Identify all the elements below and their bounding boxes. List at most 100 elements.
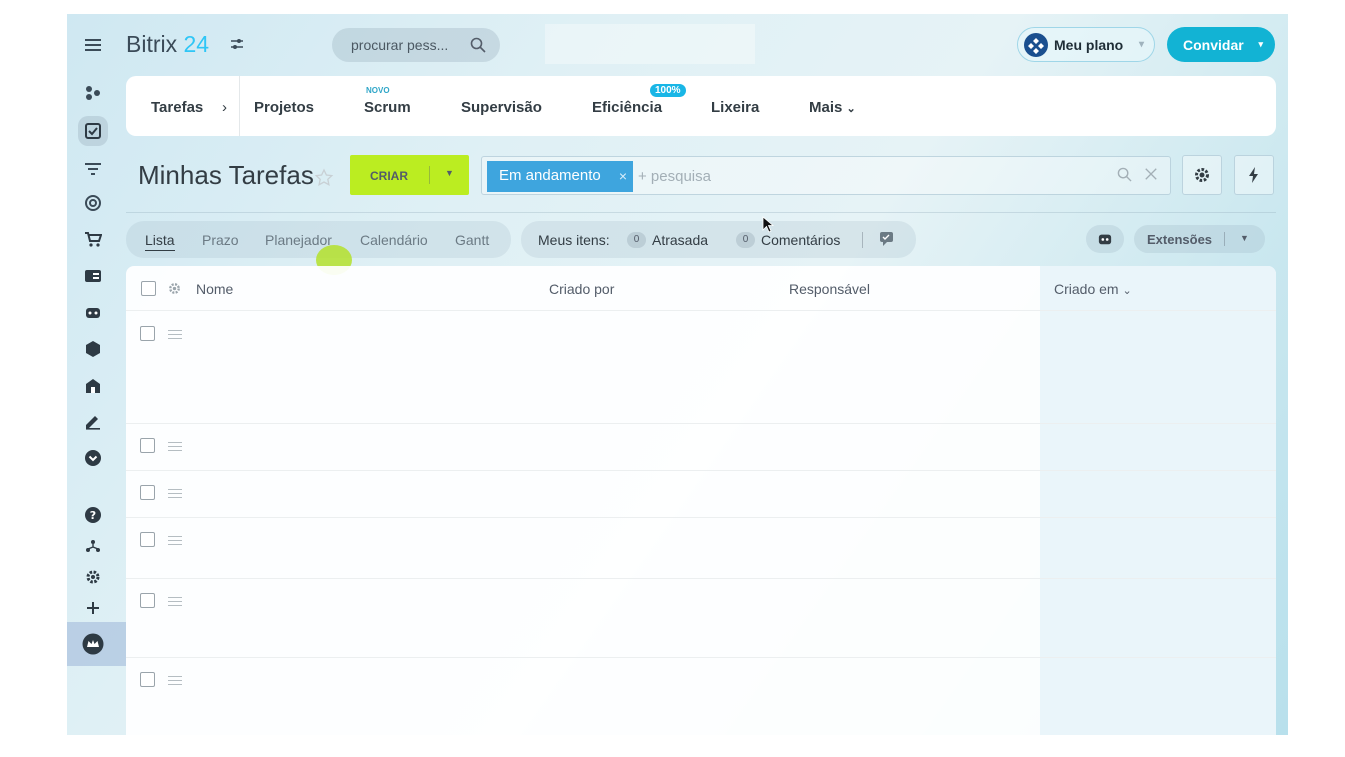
view-tab-prazo[interactable]: Prazo <box>202 232 239 248</box>
nav-tab-projetos[interactable]: Projetos <box>254 99 314 116</box>
drag-handle-icon[interactable] <box>168 489 182 498</box>
table-row[interactable] <box>126 424 1276 471</box>
building-icon[interactable] <box>81 374 105 398</box>
create-label: CRIAR <box>370 169 408 183</box>
app-window: ? Bitrix 24 procurar pess... Meu plano ▾… <box>67 14 1288 735</box>
comments-counter[interactable]: Comentários <box>761 232 840 248</box>
invite-chevron-icon: ▾ <box>1258 39 1263 49</box>
chevron-circle-icon[interactable] <box>81 446 105 470</box>
efficiency-badge: 100% <box>650 84 686 97</box>
search-icon[interactable] <box>1117 167 1132 182</box>
nav-tab-supervisao[interactable]: Supervisão <box>461 99 542 116</box>
plan-chevron-icon: ▾ <box>1138 39 1144 50</box>
search-icon <box>470 37 486 53</box>
header-search[interactable]: procurar pess... <box>332 28 500 62</box>
tasks-icon[interactable] <box>81 119 105 143</box>
tasks-navbar: Tarefas › Projetos NOVO Scrum Supervisão… <box>126 76 1276 136</box>
view-tab-planejador[interactable]: Planejador <box>265 232 332 248</box>
table-row[interactable] <box>126 658 1276 735</box>
page-title: Minhas Tarefas <box>138 160 314 190</box>
cart-icon[interactable] <box>81 227 105 251</box>
create-button[interactable]: CRIAR ▼ <box>350 155 469 195</box>
column-settings-icon[interactable] <box>167 281 182 296</box>
extensions-divider <box>1224 232 1225 246</box>
nav-tab-tarefas[interactable]: Tarefas <box>151 99 203 116</box>
extensions-button[interactable]: Extensões ▼ <box>1134 225 1265 253</box>
row-checkbox[interactable] <box>140 326 155 341</box>
plan-icon <box>1024 33 1048 57</box>
table-row[interactable] <box>126 518 1276 579</box>
star-icon[interactable] <box>314 168 334 188</box>
filter-placeholder: + pesquisa <box>638 168 711 185</box>
plus-icon[interactable] <box>81 596 105 620</box>
my-plan-button[interactable]: Meu plano ▾ <box>1017 27 1155 62</box>
org-icon[interactable] <box>81 534 105 558</box>
settings-toggle-icon[interactable] <box>229 36 245 52</box>
view-tab-calendario[interactable]: Calendário <box>360 232 428 248</box>
select-all-checkbox[interactable] <box>141 281 156 296</box>
settings-button[interactable] <box>1182 155 1222 195</box>
column-header-criado-em[interactable]: Criado em ⌄ <box>1054 281 1132 297</box>
hamburger-icon[interactable] <box>81 33 105 57</box>
drag-handle-icon[interactable] <box>168 442 182 451</box>
read-all-icon[interactable] <box>879 231 897 247</box>
counters-separator <box>862 232 863 248</box>
gear-icon[interactable] <box>81 565 105 589</box>
tasks-table: Nome Criado por Responsável Criado em ⌄ <box>126 266 1276 735</box>
row-checkbox[interactable] <box>140 532 155 547</box>
robots-button[interactable] <box>1086 225 1124 253</box>
contact-card-icon[interactable] <box>81 264 105 288</box>
help-icon[interactable]: ? <box>81 503 105 527</box>
column-header-criado-por[interactable]: Criado por <box>549 281 614 297</box>
nav-tab-lixeira[interactable]: Lixeira <box>711 99 759 116</box>
column-header-responsavel[interactable]: Responsável <box>789 281 870 297</box>
extensions-dropdown-icon[interactable]: ▼ <box>1240 233 1249 243</box>
filter-icon[interactable] <box>81 157 105 181</box>
target-icon[interactable] <box>81 191 105 215</box>
share-icon[interactable] <box>81 81 105 105</box>
extensions-label: Extensões <box>1147 232 1213 247</box>
signature-icon[interactable] <box>81 410 105 434</box>
nav-tab-mais-label: Mais <box>809 99 843 116</box>
row-checkbox[interactable] <box>140 672 155 687</box>
left-rail: ? <box>67 14 126 735</box>
plan-label: Meu plano <box>1054 36 1124 53</box>
crown-icon[interactable] <box>81 632 105 656</box>
table-row[interactable] <box>126 471 1276 518</box>
mouse-cursor-icon <box>762 216 774 233</box>
overdue-counter[interactable]: Atrasada <box>652 232 708 248</box>
box-icon[interactable] <box>81 337 105 361</box>
robot-icon <box>1098 234 1112 245</box>
drag-handle-icon[interactable] <box>168 330 182 339</box>
header-blank-area <box>545 24 755 64</box>
nav-tab-eficiencia[interactable]: Eficiência <box>592 99 662 116</box>
drag-handle-icon[interactable] <box>168 676 182 685</box>
nav-tab-mais[interactable]: Mais ⌄ <box>809 99 856 116</box>
drag-handle-icon[interactable] <box>168 597 182 606</box>
clear-icon[interactable] <box>1144 167 1158 181</box>
comments-count: 0 <box>736 232 755 248</box>
column-header-nome[interactable]: Nome <box>196 281 233 297</box>
robot-icon[interactable] <box>81 300 105 324</box>
drag-handle-icon[interactable] <box>168 536 182 545</box>
invite-label: Convidar <box>1183 36 1244 53</box>
invite-button[interactable]: Convidar ▾ <box>1167 27 1275 62</box>
row-checkbox[interactable] <box>140 438 155 453</box>
view-tab-lista[interactable]: Lista <box>145 232 175 251</box>
filter-search-box[interactable]: Em andamento × + pesquisa <box>481 156 1171 195</box>
lightning-icon <box>1249 167 1258 183</box>
table-row[interactable] <box>126 311 1276 423</box>
my-items-counters: Meus itens: 0 Atrasada 0 Comentários <box>521 221 916 258</box>
automation-button[interactable] <box>1234 155 1274 195</box>
chip-close-icon[interactable]: × <box>619 168 627 184</box>
row-checkbox[interactable] <box>140 593 155 608</box>
table-row[interactable] <box>126 579 1276 657</box>
row-checkbox[interactable] <box>140 485 155 500</box>
nav-tab-scrum[interactable]: Scrum <box>364 99 411 116</box>
app-logo[interactable]: Bitrix 24 <box>126 31 209 58</box>
svg-text:?: ? <box>90 509 96 522</box>
view-tab-gantt[interactable]: Gantt <box>455 232 489 248</box>
filter-chip[interactable]: Em andamento × <box>487 161 633 192</box>
sort-chevron-icon: ⌄ <box>1122 285 1132 297</box>
create-dropdown-icon[interactable]: ▼ <box>445 168 454 178</box>
